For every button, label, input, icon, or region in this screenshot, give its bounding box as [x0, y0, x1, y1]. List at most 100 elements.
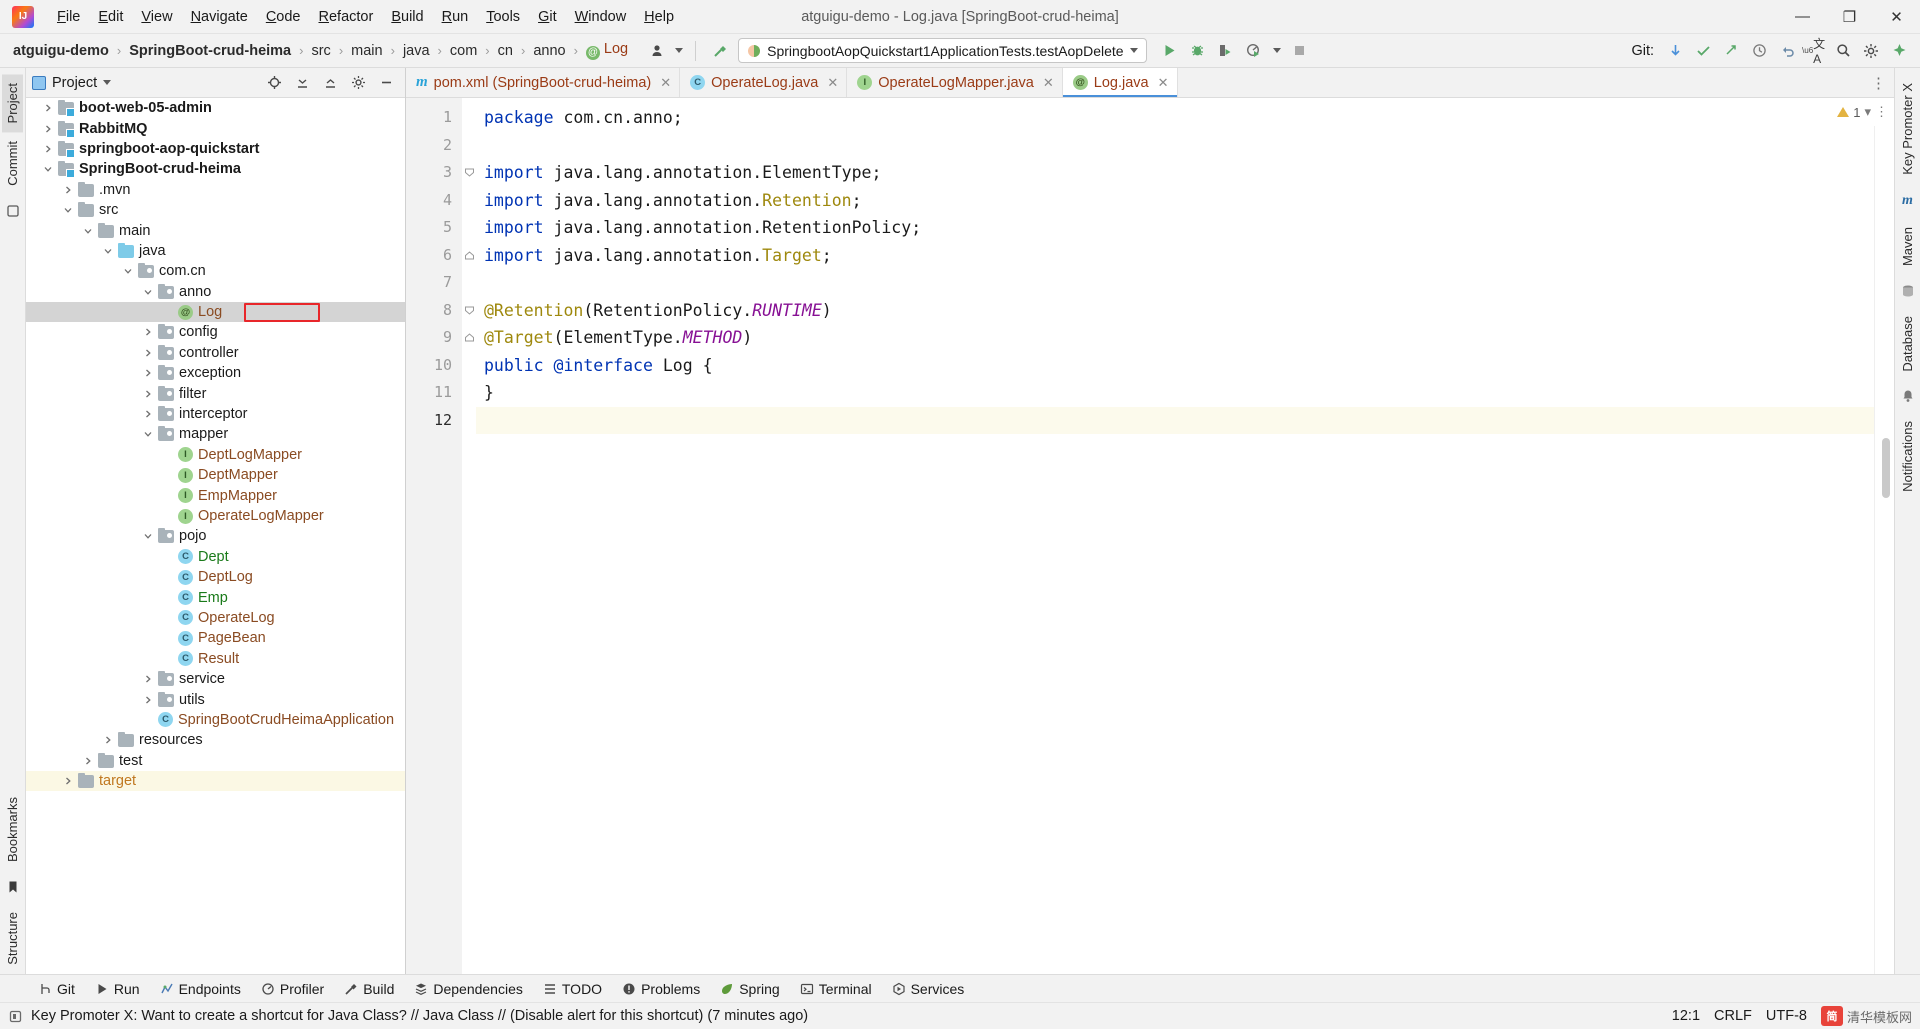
- code-line[interactable]: }: [476, 379, 1874, 407]
- tool-window-button-endpoints[interactable]: Endpoints: [150, 978, 251, 1000]
- strip-tab-structure[interactable]: Structure: [2, 903, 23, 974]
- tree-node-deptmapper[interactable]: I DeptMapper: [26, 465, 405, 485]
- fold-region-start-icon[interactable]: [462, 297, 476, 325]
- line-number[interactable]: 4: [406, 187, 462, 215]
- tree-node-anno[interactable]: anno: [26, 282, 405, 302]
- profiler-chevron-icon[interactable]: [1272, 48, 1281, 53]
- tree-node-dept[interactable]: C Dept: [26, 547, 405, 567]
- ai-assistant-icon[interactable]: [1886, 38, 1912, 64]
- tree-node-springboot-aop-quickstart[interactable]: springboot-aop-quickstart: [26, 139, 405, 159]
- maximize-button[interactable]: ❐: [1826, 0, 1873, 34]
- file-encoding[interactable]: UTF-8: [1766, 1008, 1807, 1024]
- strip-tab-bookmarks[interactable]: Bookmarks: [2, 788, 23, 871]
- code-line[interactable]: [476, 132, 1874, 160]
- tree-node-springbootcrudheimaapplication[interactable]: C SpringBootCrudHeimaApplication: [26, 710, 405, 730]
- minimize-button[interactable]: —: [1779, 0, 1826, 34]
- tree-node-test[interactable]: test: [26, 751, 405, 771]
- chevron-down-icon[interactable]: [140, 531, 155, 541]
- strip-tab-database[interactable]: Database: [1897, 307, 1918, 381]
- bookmark-icon[interactable]: [6, 880, 20, 894]
- tree-node-deptlogmapper[interactable]: I DeptLogMapper: [26, 445, 405, 465]
- expand-all-icon[interactable]: [289, 70, 315, 96]
- close-icon[interactable]: ✕: [1158, 75, 1169, 91]
- database-icon[interactable]: [1901, 284, 1915, 298]
- notification-icon[interactable]: [8, 1009, 23, 1024]
- tree-node-deptlog[interactable]: C DeptLog: [26, 567, 405, 587]
- tree-node-result[interactable]: C Result: [26, 649, 405, 669]
- chevron-right-icon[interactable]: [140, 674, 155, 684]
- breadcrumb-item-java[interactable]: java: [400, 41, 433, 61]
- menu-code[interactable]: Code: [257, 5, 310, 29]
- tree-node-operatelogmapper[interactable]: I OperateLogMapper: [26, 506, 405, 526]
- history-icon[interactable]: [1746, 38, 1772, 64]
- strip-tab-project[interactable]: Project: [2, 74, 23, 133]
- tool-window-button-git[interactable]: Git: [28, 978, 85, 1000]
- close-icon[interactable]: ✕: [827, 75, 838, 91]
- editor-tab-log-java[interactable]: @ Log.java ✕: [1062, 68, 1178, 97]
- collapse-all-icon[interactable]: [317, 70, 343, 96]
- line-number[interactable]: 9: [406, 324, 462, 352]
- menu-view[interactable]: View: [132, 5, 181, 29]
- search-everywhere-icon[interactable]: [1830, 38, 1856, 64]
- menu-edit[interactable]: Edit: [89, 5, 132, 29]
- maven-logo-icon[interactable]: m: [1902, 193, 1913, 209]
- user-account-icon[interactable]: [645, 38, 671, 64]
- caret-position[interactable]: 12:1: [1672, 1008, 1700, 1024]
- chevron-down-icon[interactable]: [120, 266, 135, 276]
- tree-node-utils[interactable]: utils: [26, 689, 405, 709]
- line-number[interactable]: 5: [406, 214, 462, 242]
- code-line[interactable]: [476, 406, 1874, 434]
- code-line[interactable]: import java.lang.annotation.Retention;: [476, 187, 1874, 215]
- line-number[interactable]: 6: [406, 242, 462, 270]
- close-icon[interactable]: ✕: [1043, 75, 1054, 91]
- breadcrumb-item-src[interactable]: src: [308, 41, 333, 61]
- user-account-chevron-icon[interactable]: [675, 48, 684, 53]
- menu-help[interactable]: Help: [635, 5, 683, 29]
- chevron-down-icon[interactable]: [40, 164, 55, 174]
- fold-region-start-icon[interactable]: [462, 159, 476, 187]
- line-number[interactable]: 8: [406, 297, 462, 325]
- chevron-down-icon[interactable]: [140, 429, 155, 439]
- tree-node-pagebean[interactable]: C PageBean: [26, 628, 405, 648]
- breadcrumb-item-anno[interactable]: anno: [530, 41, 568, 61]
- tree-node-pojo[interactable]: pojo: [26, 526, 405, 546]
- tool-window-button-spring[interactable]: Spring: [710, 978, 789, 1000]
- chevron-right-icon[interactable]: [140, 409, 155, 419]
- chevron-down-icon[interactable]: [80, 226, 95, 236]
- line-number[interactable]: 3: [406, 159, 462, 187]
- update-project-icon[interactable]: [1662, 38, 1688, 64]
- run-with-coverage-icon[interactable]: [1213, 38, 1239, 64]
- tree-node-mapper[interactable]: mapper: [26, 424, 405, 444]
- code-line[interactable]: import java.lang.annotation.ElementType;: [476, 159, 1874, 187]
- tree-node-target[interactable]: target: [26, 770, 405, 792]
- tree-node-emp[interactable]: C Emp: [26, 587, 405, 607]
- chevron-right-icon[interactable]: [140, 368, 155, 378]
- editor-scrollbar[interactable]: [1874, 98, 1894, 974]
- tree-node-controller[interactable]: controller: [26, 343, 405, 363]
- chevron-right-icon[interactable]: [140, 348, 155, 358]
- code-line[interactable]: import java.lang.annotation.RetentionPol…: [476, 214, 1874, 242]
- chevron-right-icon[interactable]: [140, 389, 155, 399]
- tree-node-boot-web-05-admin[interactable]: boot-web-05-admin: [26, 98, 405, 118]
- chevron-down-icon[interactable]: [60, 205, 75, 215]
- code-line[interactable]: @Retention(RetentionPolicy.RUNTIME): [476, 297, 1874, 325]
- tool-window-button-run[interactable]: Run: [85, 978, 150, 1000]
- code-editor[interactable]: package com.cn.anno; import java.lang.an…: [476, 98, 1874, 974]
- notifications-bell-icon[interactable]: [1901, 389, 1915, 403]
- menu-refactor[interactable]: Refactor: [310, 5, 383, 29]
- project-tree[interactable]: boot-web-05-admin RabbitMQ springboot-aop-…: [26, 98, 405, 974]
- hide-panel-icon[interactable]: [373, 70, 399, 96]
- tree-node-log[interactable]: @ Log: [26, 301, 405, 323]
- close-button[interactable]: ✕: [1873, 0, 1920, 34]
- line-number[interactable]: 10: [406, 352, 462, 380]
- chevron-right-icon[interactable]: [140, 695, 155, 705]
- tree-node-operatelog[interactable]: C OperateLog: [26, 608, 405, 628]
- chevron-right-icon[interactable]: [60, 776, 75, 786]
- chevron-right-icon[interactable]: [100, 735, 115, 745]
- editor-tab-operatelog-java[interactable]: C OperateLog.java ✕: [680, 68, 848, 97]
- run-config-chevron-icon[interactable]: [1129, 48, 1138, 53]
- chevron-down-icon[interactable]: [100, 246, 115, 256]
- menu-tools[interactable]: Tools: [477, 5, 529, 29]
- code-line[interactable]: @Target(ElementType.METHOD): [476, 324, 1874, 352]
- strip-tab-maven[interactable]: Maven: [1897, 218, 1918, 275]
